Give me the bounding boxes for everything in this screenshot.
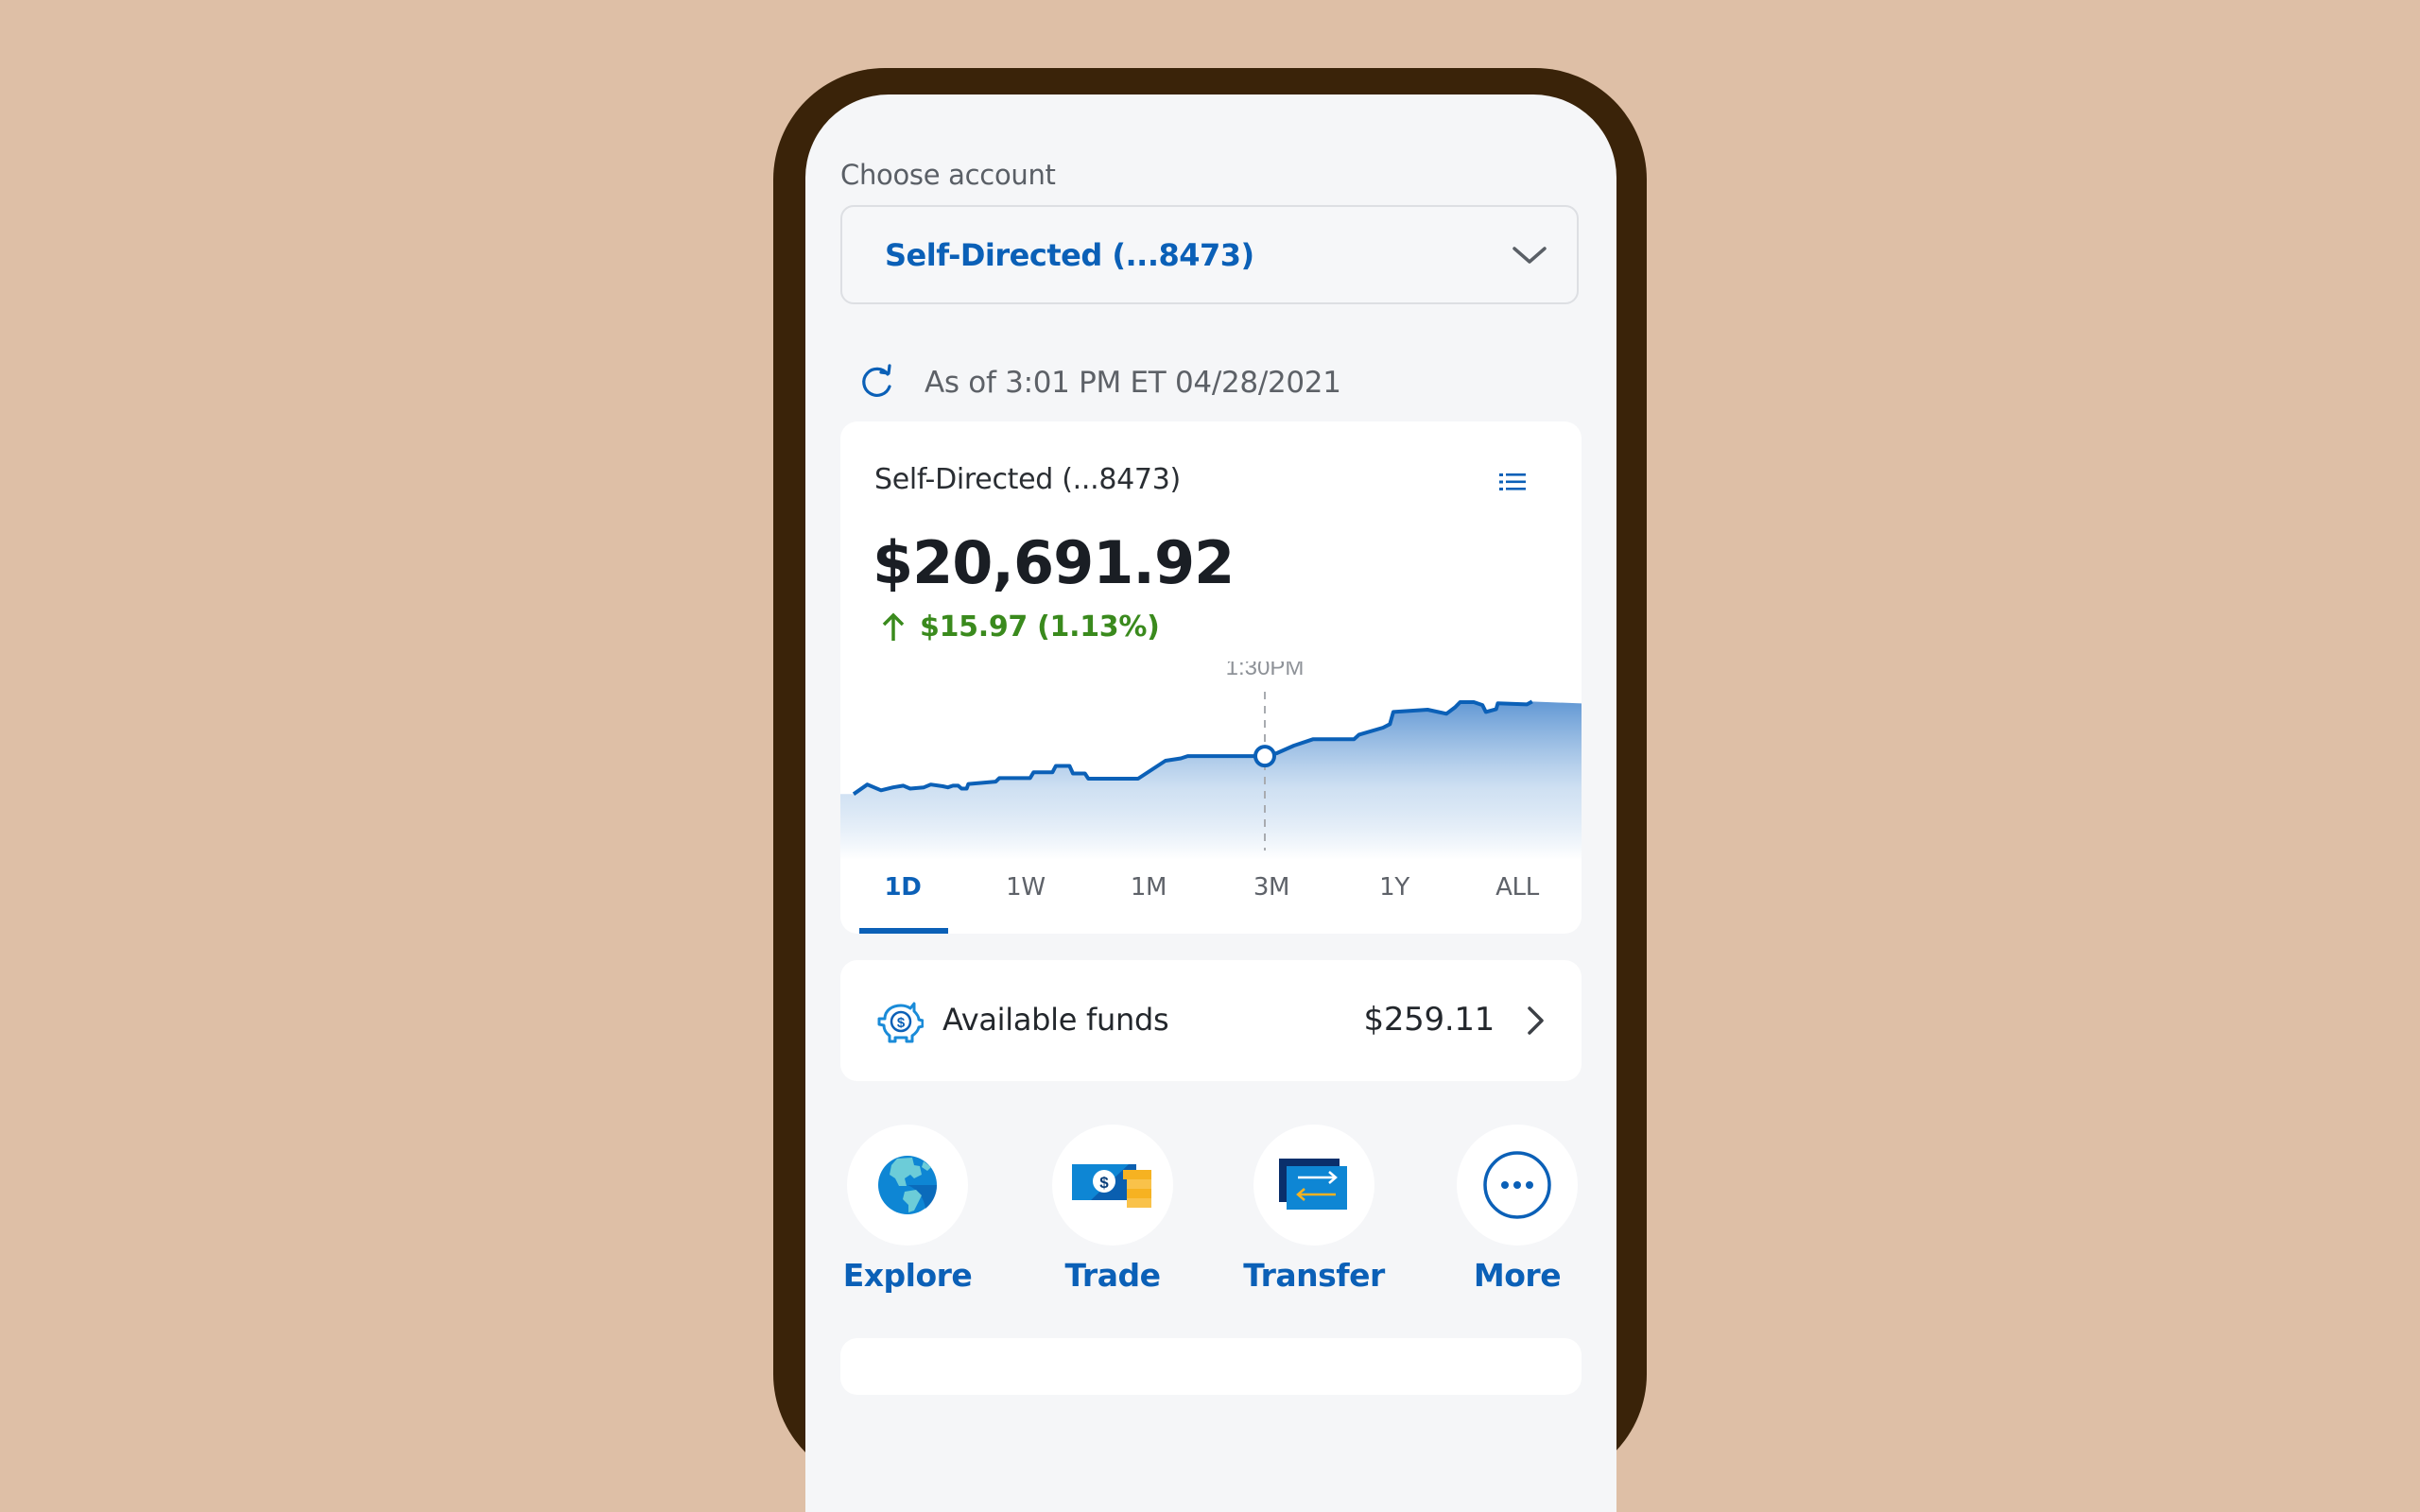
svg-text:$: $ (897, 1015, 906, 1031)
next-card (840, 1338, 1582, 1395)
transfer-icon-circle (1253, 1125, 1374, 1246)
choose-account-label: Choose account (840, 159, 1056, 191)
timestamp-row: As of 3:01 PM ET 04/28/2021 (858, 362, 1341, 404)
tab-3m[interactable]: 3M (1253, 873, 1290, 902)
more-icon-circle (1457, 1125, 1578, 1246)
globe-icon (878, 1156, 938, 1214)
action-more[interactable]: More (1442, 1125, 1593, 1294)
crosshair-time-label: 1:30PM (1226, 662, 1305, 680)
explore-label: Explore (842, 1257, 973, 1294)
svg-text:$: $ (1099, 1174, 1109, 1192)
action-explore[interactable]: Explore (832, 1125, 983, 1294)
chevron-down-icon (1512, 247, 1547, 264)
daily-change-value: $15.97 (1.13%) (920, 610, 1160, 644)
available-funds-value: $259.11 (1363, 1001, 1495, 1039)
account-balance: $20,691.92 (873, 528, 1235, 597)
active-tab-indicator (859, 928, 948, 934)
list-icon[interactable] (1499, 472, 1528, 491)
available-funds-label: Available funds (942, 1002, 1169, 1038)
money-coins-icon: $ (1072, 1164, 1151, 1208)
tab-1y[interactable]: 1Y (1379, 873, 1409, 902)
tab-1d[interactable]: 1D (884, 873, 921, 902)
more-dots-icon (1483, 1151, 1551, 1219)
tab-1m[interactable]: 1M (1131, 873, 1167, 902)
available-funds-row[interactable]: $ Available funds $259.11 (840, 960, 1582, 1081)
selected-account: Self-Directed (...8473) (885, 237, 1254, 273)
action-trade[interactable]: $ Trade (1037, 1125, 1188, 1294)
trade-label: Trade (1064, 1257, 1161, 1294)
action-transfer[interactable]: Transfer (1238, 1125, 1390, 1294)
daily-change: $15.97 (1.13%) (882, 610, 1160, 644)
tab-1w[interactable]: 1W (1006, 873, 1046, 902)
tab-all[interactable]: ALL (1495, 873, 1539, 902)
more-label: More (1473, 1257, 1562, 1294)
performance-chart[interactable]: 1:30PM (840, 662, 1582, 860)
portfolio-card: Self-Directed (...8473) $20,691.92 $15.9… (840, 421, 1582, 934)
account-dropdown[interactable]: Self-Directed (...8473) (840, 205, 1579, 304)
transfer-arrows-icon (1279, 1159, 1347, 1210)
chart-area-fill (840, 701, 1582, 860)
arrow-up-icon (882, 612, 905, 641)
transfer-label: Transfer (1243, 1257, 1385, 1294)
account-name: Self-Directed (...8473) (874, 463, 1181, 496)
crosshair-marker[interactable] (1253, 745, 1276, 768)
refresh-icon[interactable] (858, 364, 896, 402)
time-range-tabs: 1D 1W 1M 3M 1Y ALL (840, 873, 1582, 934)
explore-icon-circle (847, 1125, 968, 1246)
trade-icon-circle: $ (1052, 1125, 1173, 1246)
piggy-bank-dollar-icon: $ (877, 1002, 924, 1043)
chevron-right-icon (1528, 1006, 1544, 1035)
as-of-timestamp: As of 3:01 PM ET 04/28/2021 (925, 366, 1341, 400)
